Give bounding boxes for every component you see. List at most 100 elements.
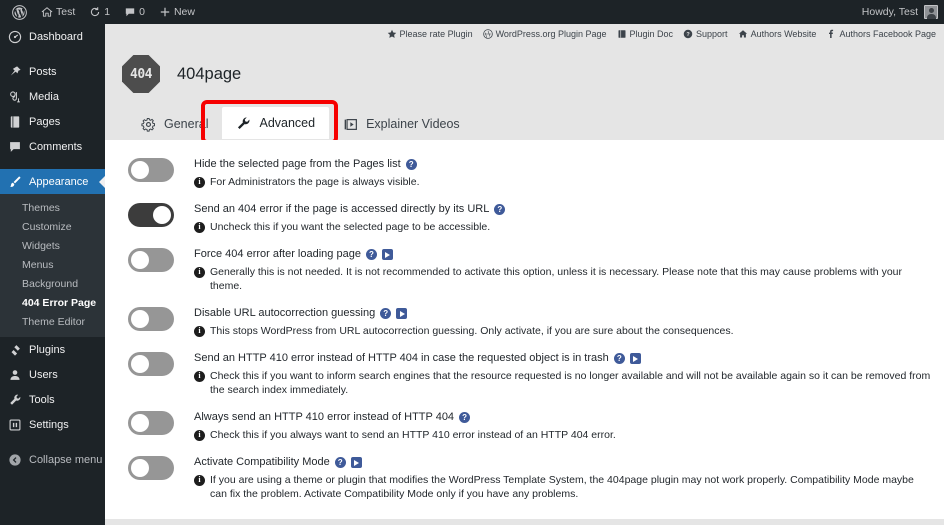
toggle-knob xyxy=(131,459,149,477)
admin-bar-item-new[interactable]: New xyxy=(152,0,202,24)
plugin-links-bar: Please rate Plugin WordPress.org Plugin … xyxy=(105,24,944,44)
toggle-disable-url-autocorrection[interactable] xyxy=(128,307,174,331)
setting-label-line: Send an 404 error if the page is accesse… xyxy=(194,202,932,217)
plugin-link-label: Authors Facebook Page xyxy=(839,29,936,39)
setting-description-line: i Check this if you want to inform searc… xyxy=(194,369,932,397)
avatar[interactable] xyxy=(924,5,938,19)
sidebar-item-users[interactable]: Users xyxy=(0,362,105,387)
settings-panel: Hide the selected page from the Pages li… xyxy=(105,140,944,519)
info-icon: i xyxy=(194,474,205,486)
sidebar-subitem-background[interactable]: Background xyxy=(0,274,105,293)
toggle-force-404-after-loading[interactable] xyxy=(128,248,174,272)
plugin-link-doc[interactable]: Plugin Doc xyxy=(617,29,673,39)
book-icon xyxy=(618,30,625,38)
admin-bar: Test 1 0 New Howdy, Test xyxy=(0,0,944,24)
help-icon[interactable]: ? xyxy=(405,159,417,170)
video-icon[interactable] xyxy=(381,249,393,260)
wrench-icon xyxy=(10,394,21,405)
setting-description-line: i Generally this is not needed. It is no… xyxy=(194,265,932,293)
help-icon[interactable]: ? xyxy=(380,308,392,319)
sidebar-item-label: Users xyxy=(29,368,58,381)
tab-advanced[interactable]: Advanced xyxy=(222,107,330,139)
video-icon[interactable] xyxy=(396,308,408,319)
sidebar-item-tools[interactable]: Tools xyxy=(0,387,105,412)
setting-texts: Activate Compatibility Mode ? i If you a… xyxy=(194,454,932,501)
sidebar-item-label: Plugins xyxy=(29,343,66,356)
toggle-knob xyxy=(131,161,149,179)
404-logo-icon: 404 xyxy=(122,55,160,93)
plugin-link-authors-website[interactable]: Authors Website xyxy=(738,29,816,39)
setting-label-line: Activate Compatibility Mode ? xyxy=(194,455,932,470)
sidebar-subitem-customize[interactable]: Customize xyxy=(0,217,105,236)
comment-icon xyxy=(124,6,136,18)
tab-general[interactable]: General xyxy=(127,109,222,139)
toggle-send-404-on-direct-url[interactable] xyxy=(128,203,174,227)
tab-explainer-videos[interactable]: Explainer Videos xyxy=(329,109,474,139)
video-icon[interactable] xyxy=(350,457,362,468)
sidebar-item-comments[interactable]: Comments xyxy=(0,134,105,159)
collapse-arrow-icon xyxy=(9,453,21,466)
admin-bar-item-comments[interactable]: 0 xyxy=(117,0,152,24)
plugin-link-wporg[interactable]: WordPress.org Plugin Page xyxy=(482,29,607,39)
sidebar-subitem-menus[interactable]: Menus xyxy=(0,255,105,274)
sidebar-item-label: Tools xyxy=(29,393,55,406)
info-icon: i xyxy=(194,325,205,337)
sidebar-item-plugins[interactable]: Plugins xyxy=(0,337,105,362)
wordpress-logo-icon[interactable] xyxy=(5,0,34,24)
sidebar-item-media[interactable]: Media xyxy=(0,84,105,109)
sidebar-subitem-theme-editor[interactable]: Theme Editor xyxy=(0,312,105,331)
dashboard-icon xyxy=(8,30,22,43)
gear-icon xyxy=(141,117,155,132)
admin-bar-right[interactable]: Howdy, Test xyxy=(862,0,944,24)
setting-texts: Send an HTTP 410 error instead of HTTP 4… xyxy=(194,350,932,397)
info-icon: i xyxy=(194,176,205,188)
sidebar-item-label: Media xyxy=(29,90,59,103)
sidebar-subitem-themes[interactable]: Themes xyxy=(0,198,105,217)
sidebar-item-dashboard[interactable]: Dashboard xyxy=(0,24,105,49)
plugin-link-label: WordPress.org Plugin Page xyxy=(495,29,607,39)
sidebar-item-appearance[interactable]: Appearance xyxy=(0,169,105,194)
plugin-link-authors-facebook[interactable]: Authors Facebook Page xyxy=(826,29,936,39)
setting-label: Activate Compatibility Mode xyxy=(194,456,330,468)
toggle-activate-compatibility-mode[interactable] xyxy=(128,456,174,480)
sidebar-item-posts[interactable]: Posts xyxy=(0,59,105,84)
sidebar-item-settings[interactable]: Settings xyxy=(0,412,105,437)
sidebar-item-label: Settings xyxy=(29,418,69,431)
video-icon xyxy=(344,118,358,130)
plugin-link-rate[interactable]: Please rate Plugin xyxy=(387,29,473,39)
sidebar-item-label: Posts xyxy=(29,65,57,78)
sidebar-subitem-widgets[interactable]: Widgets xyxy=(0,236,105,255)
admin-screen: Test 1 0 New Howdy, Test Dashboard Posts… xyxy=(0,0,944,525)
setting-label: Send an 404 error if the page is accesse… xyxy=(194,203,490,215)
help-icon[interactable]: ? xyxy=(459,412,471,423)
user-icon xyxy=(10,369,20,380)
setting-description: Check this if you want to inform search … xyxy=(210,370,931,396)
video-icon[interactable] xyxy=(629,353,641,364)
setting-row: Always send an HTTP 410 error instead of… xyxy=(105,403,944,448)
plus-icon xyxy=(159,6,171,18)
admin-bar-item-site[interactable]: Test xyxy=(34,0,82,24)
toggle-knob xyxy=(131,251,149,269)
toggle-http-410-for-trash[interactable] xyxy=(128,352,174,376)
help-icon[interactable]: ? xyxy=(494,204,506,215)
toggle-always-http-410[interactable] xyxy=(128,411,174,435)
collapse-menu-button[interactable]: Collapse menu xyxy=(0,447,105,472)
sidebar-item-label: Dashboard xyxy=(29,30,83,43)
toggle-knob xyxy=(153,206,171,224)
plugin-link-label: Support xyxy=(696,29,728,39)
setting-description: Check this if you always want to send an… xyxy=(210,429,616,441)
plug-icon xyxy=(11,344,20,356)
help-icon[interactable]: ? xyxy=(334,457,346,468)
toggle-hide-selected-page[interactable] xyxy=(128,158,174,182)
setting-description: Uncheck this if you want the selected pa… xyxy=(210,221,491,233)
admin-bar-item-updates[interactable]: 1 xyxy=(82,0,117,24)
toggle-knob xyxy=(131,310,149,328)
setting-label: Hide the selected page from the Pages li… xyxy=(194,158,401,170)
setting-texts: Hide the selected page from the Pages li… xyxy=(194,156,932,189)
help-icon[interactable]: ? xyxy=(365,249,377,260)
sidebar-subitem-404-error-page[interactable]: 404 Error Page xyxy=(0,293,105,312)
help-icon[interactable]: ? xyxy=(613,353,625,364)
plugin-link-support[interactable]: ? Support xyxy=(683,29,728,39)
tab-label: Explainer Videos xyxy=(366,117,460,131)
sidebar-item-pages[interactable]: Pages xyxy=(0,109,105,134)
